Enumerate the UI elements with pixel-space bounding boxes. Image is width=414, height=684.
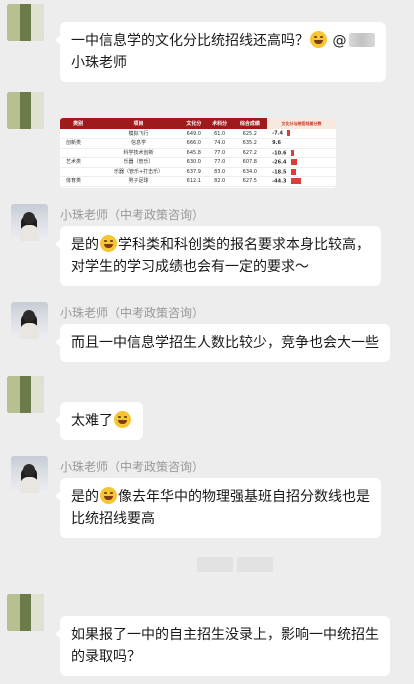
table-cell: 627.2 (232, 148, 268, 158)
table-cell: 模拟飞行 (96, 129, 181, 139)
sender-name: 小珠老师（中考政策咨询） (60, 208, 205, 222)
laugh-cry-emoji-icon (114, 411, 131, 428)
blurred-name (349, 33, 376, 47)
teacher-avatar[interactable] (11, 204, 48, 241)
table-row: 创新类 信息学 666.0 74.0 635.2 9.6 (60, 138, 336, 149)
table-cell (60, 167, 97, 177)
self-avatar[interactable] (7, 4, 44, 41)
message-bubble[interactable]: 太难了 (55, 402, 143, 440)
diff-bar (290, 159, 297, 165)
mention-symbol: @ (332, 33, 347, 49)
laugh-cry-emoji-icon (310, 31, 327, 48)
table-row: 体育类 男子足球 612.1 82.0 627.5 -44.3 (60, 176, 336, 187)
diff-value: -44.3 (272, 178, 287, 185)
col-total: 综合成绩 (232, 118, 268, 129)
sender-name: 小珠老师（中考政策咨询） (60, 460, 205, 474)
self-avatar[interactable] (7, 92, 44, 129)
table-cell: 612.1 (180, 176, 207, 187)
diff-bar (290, 178, 301, 184)
self-avatar[interactable] (7, 594, 44, 631)
message-bubble[interactable]: 是的 学科类和科创类的报名要求本身比较高， 对学生的学习成绩也会有一定的要求～ (55, 226, 381, 286)
message-text: 一中信息学的文化分比统招线还高吗？ (71, 33, 309, 49)
table-cell: 艺术类 (60, 157, 97, 168)
table-cell: 77.0 (206, 157, 233, 168)
col-category: 类别 (60, 118, 97, 129)
message-bubble[interactable]: 一中信息学的文化分比统招线还高吗？ @ 小珠老师 (54, 22, 387, 82)
table-cell: 637.9 (180, 167, 207, 177)
message-bubble[interactable]: 如果报了一中的自主招生没录上，影响一中统招生 的录取吗？ (55, 616, 390, 676)
message-bubble[interactable]: 而且一中信息学招生人数比较少，竞争也会大一些 (55, 324, 390, 362)
message-text: 对学生的学习成绩也会有一定的要求～ (71, 259, 309, 275)
table-cell: 627.5 (232, 176, 268, 187)
diff-value: -7.4 (272, 130, 284, 137)
table-cell: 乐器（管乐） (96, 157, 181, 168)
diff-value: -10.6 (272, 150, 287, 156)
diff-value: -26.4 (272, 159, 287, 166)
table-cell: 男子足球 (96, 176, 181, 187)
teacher-avatar[interactable] (11, 302, 48, 339)
message-text: 是的 (71, 489, 99, 505)
mention-name: 小珠老师 (71, 55, 127, 71)
table-row: 艺术类 乐器（管乐） 630.0 77.0 607.8 -26.4 (60, 157, 336, 168)
table-row: 模拟飞行 649.0 61.0 625.2 -7.4 (60, 129, 336, 139)
table-cell: 61.0 (206, 129, 233, 139)
table-cell: 607.8 (232, 157, 268, 168)
table-cell: 645.8 (180, 148, 207, 158)
col-diff: 文化分与统招线差分数 (267, 118, 336, 129)
message-text: 而且一中信息学招生人数比较少，竞争也会大一些 (71, 335, 379, 351)
message-text: 像去年华中的物理强基班自招分数线也是 (118, 489, 370, 505)
table-cell: 83.0 (206, 167, 233, 177)
diff-bar (290, 149, 294, 156)
diff-bar (290, 168, 296, 175)
table-cell: 666.0 (180, 138, 207, 149)
table-row: 乐器（管乐+打击乐） 637.9 83.0 634.0 -18.5 (60, 167, 336, 177)
table-cell: 乐器（管乐+打击乐） (96, 167, 181, 177)
table-cell: 634.0 (232, 167, 268, 177)
table-cell: 635.2 (232, 138, 268, 149)
table-cell (60, 129, 97, 139)
table-cell: 信息学 (96, 138, 181, 149)
diff-cell: 9.6 (267, 138, 336, 149)
table-cell: 创新类 (60, 138, 97, 149)
diff-cell: -7.4 (267, 129, 336, 139)
table-row: 科学技术创新 645.8 77.0 627.2 -10.6 (60, 148, 336, 158)
score-table: 类别 项目 文化分 术科分 综合成绩 文化分与统招线差分数 模拟飞行 649.0 6… (60, 118, 336, 187)
table-cell (60, 148, 97, 158)
diff-cell: -18.5 (267, 167, 336, 177)
self-avatar[interactable] (7, 376, 44, 413)
table-cell: 82.0 (206, 176, 233, 187)
message-bubble[interactable]: 是的 像去年华中的物理强基班自招分数线也是 比统招线要高 (55, 478, 381, 538)
diff-value: -18.5 (272, 169, 287, 175)
sender-name: 小珠老师（中考政策咨询） (60, 306, 205, 320)
table-cell: 77.0 (206, 148, 233, 158)
diff-cell: -10.6 (267, 148, 336, 158)
col-skill: 术科分 (206, 118, 233, 129)
table-cell: 体育类 (60, 176, 97, 187)
table-cell: 649.0 (180, 129, 207, 139)
teacher-avatar[interactable] (11, 456, 48, 493)
message-text: 是的 (71, 237, 99, 253)
message-text: 学科类和科创类的报名要求本身比较高， (118, 237, 370, 253)
message-text: 的录取吗？ (71, 649, 141, 665)
grin-emoji-icon (100, 235, 117, 252)
col-project: 项目 (96, 118, 181, 129)
col-culture: 文化分 (180, 118, 207, 129)
message-text: 比统招线要高 (71, 511, 155, 527)
timestamp-divider (197, 557, 273, 572)
score-table-image[interactable]: 类别 项目 文化分 术科分 综合成绩 文化分与统招线差分数 模拟飞行 649.0 6… (60, 118, 336, 188)
message-text: 太难了 (71, 413, 113, 429)
diff-cell: -26.4 (267, 157, 336, 168)
message-text: 如果报了一中的自主招生没录上，影响一中统招生 (71, 627, 379, 643)
laugh-cry-emoji-icon (100, 487, 117, 504)
table-cell: 科学技术创新 (96, 148, 181, 158)
table-cell: 74.0 (206, 138, 233, 149)
diff-cell: -44.3 (267, 176, 336, 187)
diff-value: 9.6 (272, 140, 281, 147)
diff-bar (287, 130, 291, 137)
table-cell: 625.2 (232, 129, 268, 139)
table-cell: 630.0 (180, 157, 207, 168)
